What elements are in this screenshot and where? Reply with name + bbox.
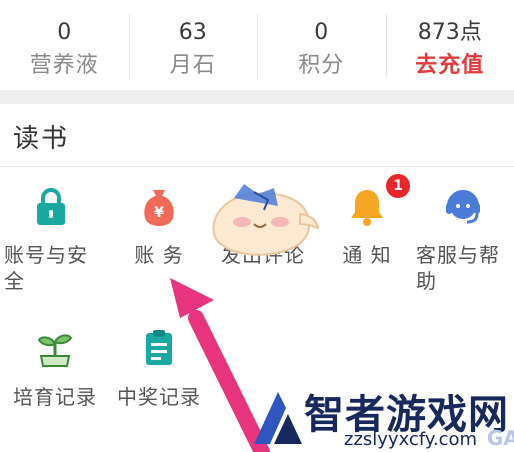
menu-label: 客服与帮助 xyxy=(416,243,500,293)
menu-customer-service[interactable]: 客服与帮助 xyxy=(412,184,514,294)
menu-label: 账 务 xyxy=(134,243,184,267)
stat-label: 积分 xyxy=(298,53,345,78)
menu-label: 中奖记录 xyxy=(117,385,201,409)
stat-value: 63 xyxy=(178,20,207,45)
bell-icon xyxy=(351,190,383,226)
clipboard-icon xyxy=(146,330,172,365)
notification-badge: 1 xyxy=(386,174,410,198)
watermark-logo-icon xyxy=(254,392,302,444)
watermark-url-text: zzslyyxcfy.com xyxy=(344,429,478,450)
sprout-icon xyxy=(37,334,73,367)
watermark-url: zzslyyxcfy.com GAME xyxy=(344,426,514,450)
app-screen: 0 营养液 63 月石 0 积分 873点 去充值 读书 账号与安全 ¥ 账 务… xyxy=(0,0,514,452)
menu-label: 通 知 xyxy=(342,243,392,267)
stats-bar: 0 营养液 63 月石 0 积分 873点 去充值 xyxy=(0,0,514,90)
menu-finance[interactable]: ¥ 账 务 xyxy=(108,184,210,268)
recharge-link[interactable]: 去充值 xyxy=(415,52,484,80)
menu-notifications[interactable]: 通 知 1 xyxy=(316,174,418,268)
stat-label: 月石 xyxy=(169,53,216,78)
watermark-ghost-text: GAME xyxy=(486,426,514,450)
stat-label: 营养液 xyxy=(29,53,99,78)
menu-winning-records[interactable]: 中奖记录 xyxy=(108,326,210,410)
lock-icon xyxy=(37,188,65,225)
stat-value: 0 xyxy=(57,20,72,45)
menu-label: 账号与安全 xyxy=(4,243,88,293)
menu-account-security[interactable]: 账号与安全 xyxy=(0,184,102,294)
stat-balance[interactable]: 873点 去充值 xyxy=(385,0,514,90)
svg-text:¥: ¥ xyxy=(154,205,164,221)
mascot-sticker xyxy=(212,184,320,256)
stat-nutrient[interactable]: 0 营养液 xyxy=(0,0,129,90)
stat-value: 0 xyxy=(314,20,329,45)
menu-label: 培育记录 xyxy=(13,385,97,409)
section-title: 读书 xyxy=(13,124,70,154)
headset-icon xyxy=(446,190,480,224)
money-bag-icon: ¥ xyxy=(144,190,174,226)
stat-value: 873点 xyxy=(417,20,482,45)
stat-points[interactable]: 0 积分 xyxy=(257,0,386,90)
stat-moonstone[interactable]: 63 月石 xyxy=(128,0,258,90)
menu-growing-records[interactable]: 培育记录 xyxy=(4,326,106,410)
site-watermark: 智者游戏网 zzslyyxcfy.com GAME xyxy=(244,382,514,452)
section-divider xyxy=(0,166,514,167)
